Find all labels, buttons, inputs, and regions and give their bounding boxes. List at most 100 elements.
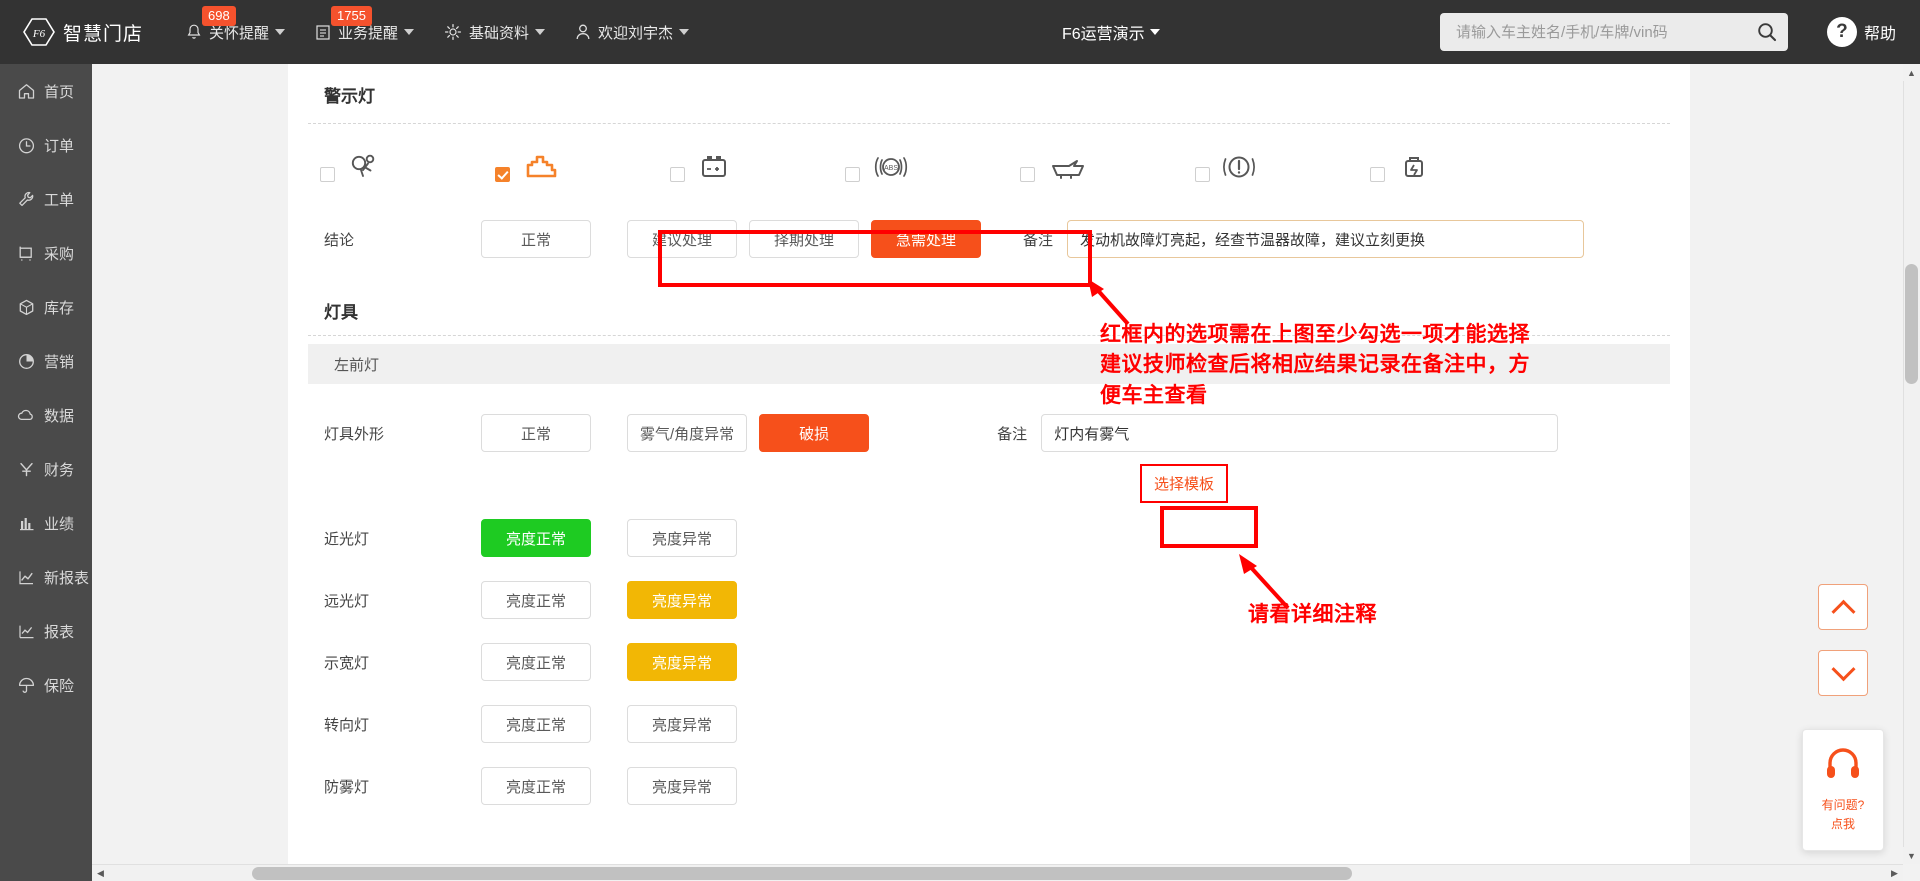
vertical-scrollbar[interactable]: ▲ ▼: [1903, 64, 1920, 864]
row-button-group: 亮度正常 亮度异常: [481, 767, 749, 805]
lamp-checkbox[interactable]: [845, 167, 860, 182]
nav-label: 欢迎刘宇杰: [598, 24, 674, 42]
option-brightness-abnormal[interactable]: 亮度异常: [627, 581, 737, 619]
help-button[interactable]: ? 帮助: [1826, 17, 1896, 47]
option-brightness-abnormal[interactable]: 亮度异常: [627, 519, 737, 557]
sidebar-item-home[interactable]: 首页: [0, 64, 92, 118]
option-fog-angle-abnormal[interactable]: 雾气/角度异常: [627, 414, 748, 452]
scrollbar-up-arrow[interactable]: ▲: [1903, 64, 1920, 81]
lamp-option-oil[interactable]: [1006, 150, 1181, 184]
sidebar-item-data[interactable]: 数据: [0, 388, 92, 442]
lamp-checkbox[interactable]: [1195, 167, 1210, 182]
option-normal[interactable]: 正常: [481, 414, 591, 452]
lamp-checkbox[interactable]: [495, 167, 510, 182]
lamp-option-brake-fluid[interactable]: [1356, 150, 1531, 184]
sidebar-item-new-report[interactable]: 新报表: [0, 550, 92, 604]
conclusion-option-normal[interactable]: 正常: [481, 220, 591, 258]
option-brightness-normal[interactable]: 亮度正常: [481, 519, 591, 557]
chevron-down-icon: [679, 29, 690, 35]
scrollbar-left-arrow[interactable]: ◀: [92, 865, 109, 881]
lamp-option-seatbelt[interactable]: [306, 150, 481, 184]
select-template-link[interactable]: 选择模板: [1140, 464, 1229, 503]
line-chart-icon: [14, 568, 38, 587]
sidebar-item-purchase[interactable]: 采购: [0, 226, 92, 280]
sidebar-item-marketing[interactable]: 营销: [0, 334, 92, 388]
option-brightness-abnormal[interactable]: 亮度异常: [627, 705, 737, 743]
option-brightness-abnormal[interactable]: 亮度异常: [627, 767, 737, 805]
lamp-checkbox[interactable]: [670, 167, 685, 182]
logo[interactable]: F6 智慧门店: [0, 17, 160, 47]
warning-remark-input[interactable]: [1067, 220, 1585, 258]
top-header: F6 智慧门店 关怀提醒 698 业务提醒 1755 基础资料 欢迎刘宇杰 F6…: [0, 0, 1920, 64]
conclusion-button-group: 正常 建议处理 择期处理 急需处理: [481, 220, 981, 258]
inspection-card: 警示灯 ABS 结论 正常 建议处理 择期处理 急需处理 备注 发动机故障灯亮起…: [288, 64, 1690, 864]
abs-icon: ABS: [872, 150, 910, 184]
scroll-up-button[interactable]: [1818, 584, 1868, 630]
option-brightness-normal[interactable]: 亮度正常: [481, 643, 591, 681]
row-button-group: 亮度正常 亮度异常: [481, 581, 749, 619]
scroll-up-icon: [1830, 599, 1856, 624]
row-remark-input[interactable]: [1041, 414, 1559, 452]
svg-text:ABS: ABS: [884, 165, 898, 172]
search-input[interactable]: [1456, 23, 1748, 41]
nav-item-business-reminder[interactable]: 业务提醒 1755: [315, 5, 415, 43]
scrollbar-right-arrow[interactable]: ▶: [1886, 865, 1903, 881]
nav-item-basic-data[interactable]: 基础资料: [444, 22, 546, 43]
sidebar-item-label: 保险: [44, 677, 75, 695]
main-content: 警示灯 ABS 结论 正常 建议处理 择期处理 急需处理 备注 发动机故障灯亮起…: [92, 64, 1920, 881]
option-brightness-normal[interactable]: 亮度正常: [481, 705, 591, 743]
scrollbar-down-arrow[interactable]: ▼: [1903, 847, 1920, 864]
sidebar-item-label: 报表: [44, 623, 75, 641]
conclusion-option-suggest[interactable]: 建议处理: [627, 220, 737, 258]
sidebar-item-label: 营销: [44, 353, 75, 371]
cart-icon: [14, 244, 38, 263]
vertical-scrollbar-thumb[interactable]: [1905, 264, 1918, 384]
horizontal-scrollbar-thumb[interactable]: [252, 867, 1352, 880]
exclamation-circle-icon: [1222, 150, 1256, 184]
shop-selector[interactable]: F6运营演示: [1062, 20, 1160, 44]
nav-item-care-reminder[interactable]: 关怀提醒 698: [186, 5, 286, 43]
search-icon[interactable]: [1748, 21, 1778, 43]
chat-line-1: 有问题?: [1821, 798, 1865, 812]
sidebar-item-label: 新报表: [44, 569, 90, 587]
lamp-option-exclamation[interactable]: [1181, 150, 1356, 184]
nav-item-user-welcome[interactable]: 欢迎刘宇杰: [575, 22, 690, 43]
global-search[interactable]: [1440, 13, 1788, 51]
lamp-checkbox[interactable]: [1020, 167, 1035, 182]
app-root: F6 智慧门店 关怀提醒 698 业务提醒 1755 基础资料 欢迎刘宇杰 F6…: [0, 0, 1920, 881]
help-label: 帮助: [1863, 26, 1896, 43]
sidebar-item-inventory[interactable]: 库存: [0, 280, 92, 334]
lamp-option-engine-check[interactable]: [481, 150, 656, 184]
headset-icon: [1822, 743, 1864, 790]
lamp-option-battery[interactable]: [656, 150, 831, 184]
sidebar-item-performance[interactable]: 业绩: [0, 496, 92, 550]
shop-name-label: F6运营演示: [1062, 26, 1145, 43]
lamp-checkbox[interactable]: [320, 167, 335, 182]
option-broken[interactable]: 破损: [759, 414, 870, 452]
lamp-checkbox[interactable]: [1370, 167, 1385, 182]
option-brightness-normal[interactable]: 亮度正常: [481, 767, 591, 805]
row-button-group: 亮度正常 亮度异常: [481, 643, 749, 681]
option-brightness-abnormal[interactable]: 亮度异常: [627, 643, 737, 681]
lamp-row-clearance: 示宽灯 亮度正常 亮度异常: [306, 629, 1672, 691]
horizontal-scrollbar[interactable]: ◀ ▶: [92, 864, 1903, 881]
user-icon: [575, 23, 591, 41]
list-icon: [315, 24, 331, 41]
sidebar-item-insurance[interactable]: 保险: [0, 658, 92, 712]
scroll-down-button[interactable]: [1818, 650, 1868, 696]
sidebar-item-label: 库存: [44, 299, 75, 317]
chevron-down-icon: [535, 29, 546, 35]
box-icon: [14, 298, 38, 317]
bell-icon: [186, 23, 202, 41]
sidebar-item-order[interactable]: 订单: [0, 118, 92, 172]
sidebar-item-work-order[interactable]: 工单: [0, 172, 92, 226]
sidebar-item-report[interactable]: 报表: [0, 604, 92, 658]
conclusion-option-urgent[interactable]: 急需处理: [871, 220, 981, 258]
battery-icon: [697, 150, 731, 184]
umbrella-icon: [14, 676, 38, 695]
lamp-option-abs[interactable]: ABS: [831, 150, 1006, 184]
option-brightness-normal[interactable]: 亮度正常: [481, 581, 591, 619]
sidebar-item-finance[interactable]: 财务: [0, 442, 92, 496]
conclusion-option-schedule[interactable]: 择期处理: [749, 220, 859, 258]
chat-widget[interactable]: 有问题? 点我: [1802, 729, 1884, 851]
